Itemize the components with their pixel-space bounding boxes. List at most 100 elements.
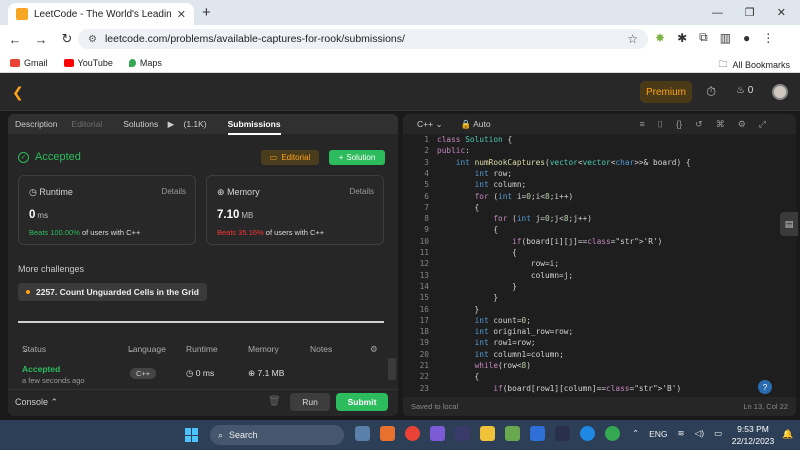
row-status[interactable]: Accepted (22, 364, 60, 374)
tab-submissions[interactable]: Submissions (227, 119, 281, 135)
code-line[interactable]: while(row<8) (437, 361, 531, 370)
submit-button[interactable]: Submit (336, 393, 388, 411)
run-button[interactable]: Run (290, 393, 330, 411)
maximize-icon[interactable]: ❐ (745, 6, 755, 19)
runtime-card[interactable]: ◷ Runtime Details 0 ms Beats 100.00% of u… (18, 175, 196, 245)
col-status[interactable]: Status ⌄ (22, 344, 46, 355)
code-line[interactable]: for (int j=0;j<8;j++) (437, 214, 592, 223)
reload-icon[interactable]: ↻ (56, 31, 78, 47)
code-line[interactable]: int column; (437, 180, 527, 189)
app-icon[interactable] (455, 426, 470, 441)
tab-description[interactable]: Description (15, 119, 58, 129)
code-line[interactable]: { (437, 248, 517, 257)
console-toggle[interactable]: Console ⌃ (15, 397, 58, 408)
tray-chevron-icon[interactable]: ⌃ (632, 428, 639, 439)
ide-icon[interactable] (555, 426, 570, 441)
notification-icon[interactable]: 🔔 (782, 429, 793, 440)
chrome-icon[interactable] (405, 426, 420, 441)
browser-tab[interactable]: LeetCode - The World's Leadin ✕ (8, 3, 194, 25)
code-line[interactable]: int column1=column; (437, 350, 564, 359)
tab-solutions[interactable]: Solutions ▶ (1.1K) (116, 119, 213, 130)
avatar[interactable] (772, 84, 788, 100)
puzzle-icon[interactable]: ⧉ (699, 30, 708, 45)
all-bookmarks[interactable]: 🗀 All Bookmarks (718, 57, 790, 73)
volume-icon[interactable]: ◁) (695, 428, 704, 439)
profile-icon[interactable]: ● (743, 31, 750, 45)
code-line[interactable]: int count=0; (437, 316, 531, 325)
forward-icon[interactable]: → (30, 32, 52, 47)
language-indicator[interactable]: ENG (649, 429, 667, 439)
media-icon[interactable] (430, 426, 445, 441)
code-line[interactable]: for (int i=0;i<8;i++) (437, 192, 574, 201)
side-notes-button[interactable]: ▤ (780, 212, 798, 236)
table-settings-icon[interactable]: ⚙ (370, 344, 378, 355)
leetcode-logo-icon[interactable]: ❮ (12, 84, 26, 100)
chrome-active-icon[interactable] (605, 426, 620, 441)
language-select[interactable]: C++ ⌄ (417, 119, 443, 130)
auto-mode-toggle[interactable]: 🔒 Auto (461, 119, 491, 130)
runtime-details-link[interactable]: Details (162, 187, 186, 196)
site-info-icon[interactable]: ⚙ (88, 34, 97, 45)
fullscreen-icon[interactable]: ⤢ (759, 119, 766, 130)
table-scrollbar[interactable] (388, 358, 396, 380)
trash-icon[interactable]: 🗑 (268, 396, 281, 407)
code-line[interactable]: } (437, 282, 517, 291)
code-line[interactable]: } (437, 305, 480, 314)
bookmark-gmail[interactable]: Gmail (10, 58, 48, 68)
code-line[interactable]: int original_row=row; (437, 327, 574, 336)
edge-icon[interactable] (580, 426, 595, 441)
bookmark-maps[interactable]: Maps (128, 58, 162, 68)
minimize-icon[interactable]: — (712, 7, 723, 19)
close-tab-icon[interactable]: ✕ (177, 8, 186, 21)
taskbar-search[interactable]: ⌕ Search (210, 425, 344, 445)
memory-card[interactable]: ⊕ Memory Details 7.10 MB Beats 35.16% of … (206, 175, 384, 245)
widgets-icon[interactable] (355, 426, 370, 441)
cube-app-icon[interactable] (505, 426, 520, 441)
braces-icon[interactable]: {} (676, 119, 682, 130)
editorial-button[interactable]: ▭ Editorial (261, 150, 319, 165)
premium-button[interactable]: Premium (640, 81, 692, 103)
wifi-icon[interactable]: ≋ (678, 428, 685, 439)
code-line[interactable]: int row; (437, 169, 513, 178)
battery-icon[interactable]: ▭ (714, 428, 722, 439)
new-tab-icon[interactable]: + (202, 4, 211, 21)
col-language[interactable]: Language ⌄ (128, 344, 166, 355)
code-area[interactable]: 1 class Solution {2 public: 3 int numRookCa… (403, 134, 796, 396)
code-line[interactable]: class Solution { (437, 135, 512, 144)
solution-button[interactable]: + Solution (329, 150, 385, 165)
code-line[interactable]: } (437, 293, 498, 302)
bug-extension-icon[interactable]: ✱ (677, 31, 687, 45)
settings-icon[interactable]: ⚙ (738, 119, 746, 130)
code-line[interactable]: { (437, 225, 498, 234)
format-icon[interactable]: ≡ (639, 119, 644, 130)
code-line[interactable]: { (437, 203, 480, 212)
code-line[interactable]: public: (437, 146, 470, 155)
reset-icon[interactable]: ↺ (695, 119, 703, 130)
firefox-icon[interactable] (380, 426, 395, 441)
tab-editorial[interactable]: Editorial (72, 119, 103, 129)
challenge-link[interactable]: 2257. Count Unguarded Cells in the Grid (18, 283, 207, 301)
code-line[interactable]: column=j; (437, 271, 573, 280)
menu-icon[interactable]: ⋮ (762, 31, 774, 45)
file-explorer-icon[interactable] (480, 426, 495, 441)
help-chat-icon[interactable]: ? (758, 380, 772, 394)
shortcuts-icon[interactable]: ⌘ (716, 119, 725, 130)
store-icon[interactable] (530, 426, 545, 441)
code-line[interactable]: if(board[row1][column]==class="str">'B') (437, 384, 681, 393)
code-line[interactable]: int row1=row; (437, 338, 536, 347)
address-bar[interactable]: ⚙ leetcode.com/problems/available-captur… (78, 29, 648, 49)
windows-start-icon[interactable] (185, 428, 199, 442)
close-window-icon[interactable]: ✕ (777, 6, 786, 19)
code-line[interactable]: if(board[i][j]==class="str">'R') (437, 237, 662, 246)
taskbar-clock[interactable]: 9:53 PM 22/12/2023 (728, 423, 778, 447)
streak-counter[interactable]: ♨ 0 (736, 85, 753, 96)
code-line[interactable]: row=i; (437, 259, 559, 268)
code-line[interactable]: { (437, 372, 480, 381)
bookmark-icon[interactable]: ⌷ (658, 119, 663, 130)
timer-icon[interactable]: ⏱ (706, 84, 716, 100)
bookmark-youtube[interactable]: YouTube (63, 58, 113, 68)
memory-details-link[interactable]: Details (350, 187, 374, 196)
extension-icon[interactable]: ✸ (655, 31, 665, 45)
code-line[interactable]: int numRookCaptures(vector<vector<char>>… (437, 158, 691, 167)
sidepanel-icon[interactable]: ▥ (720, 31, 731, 45)
